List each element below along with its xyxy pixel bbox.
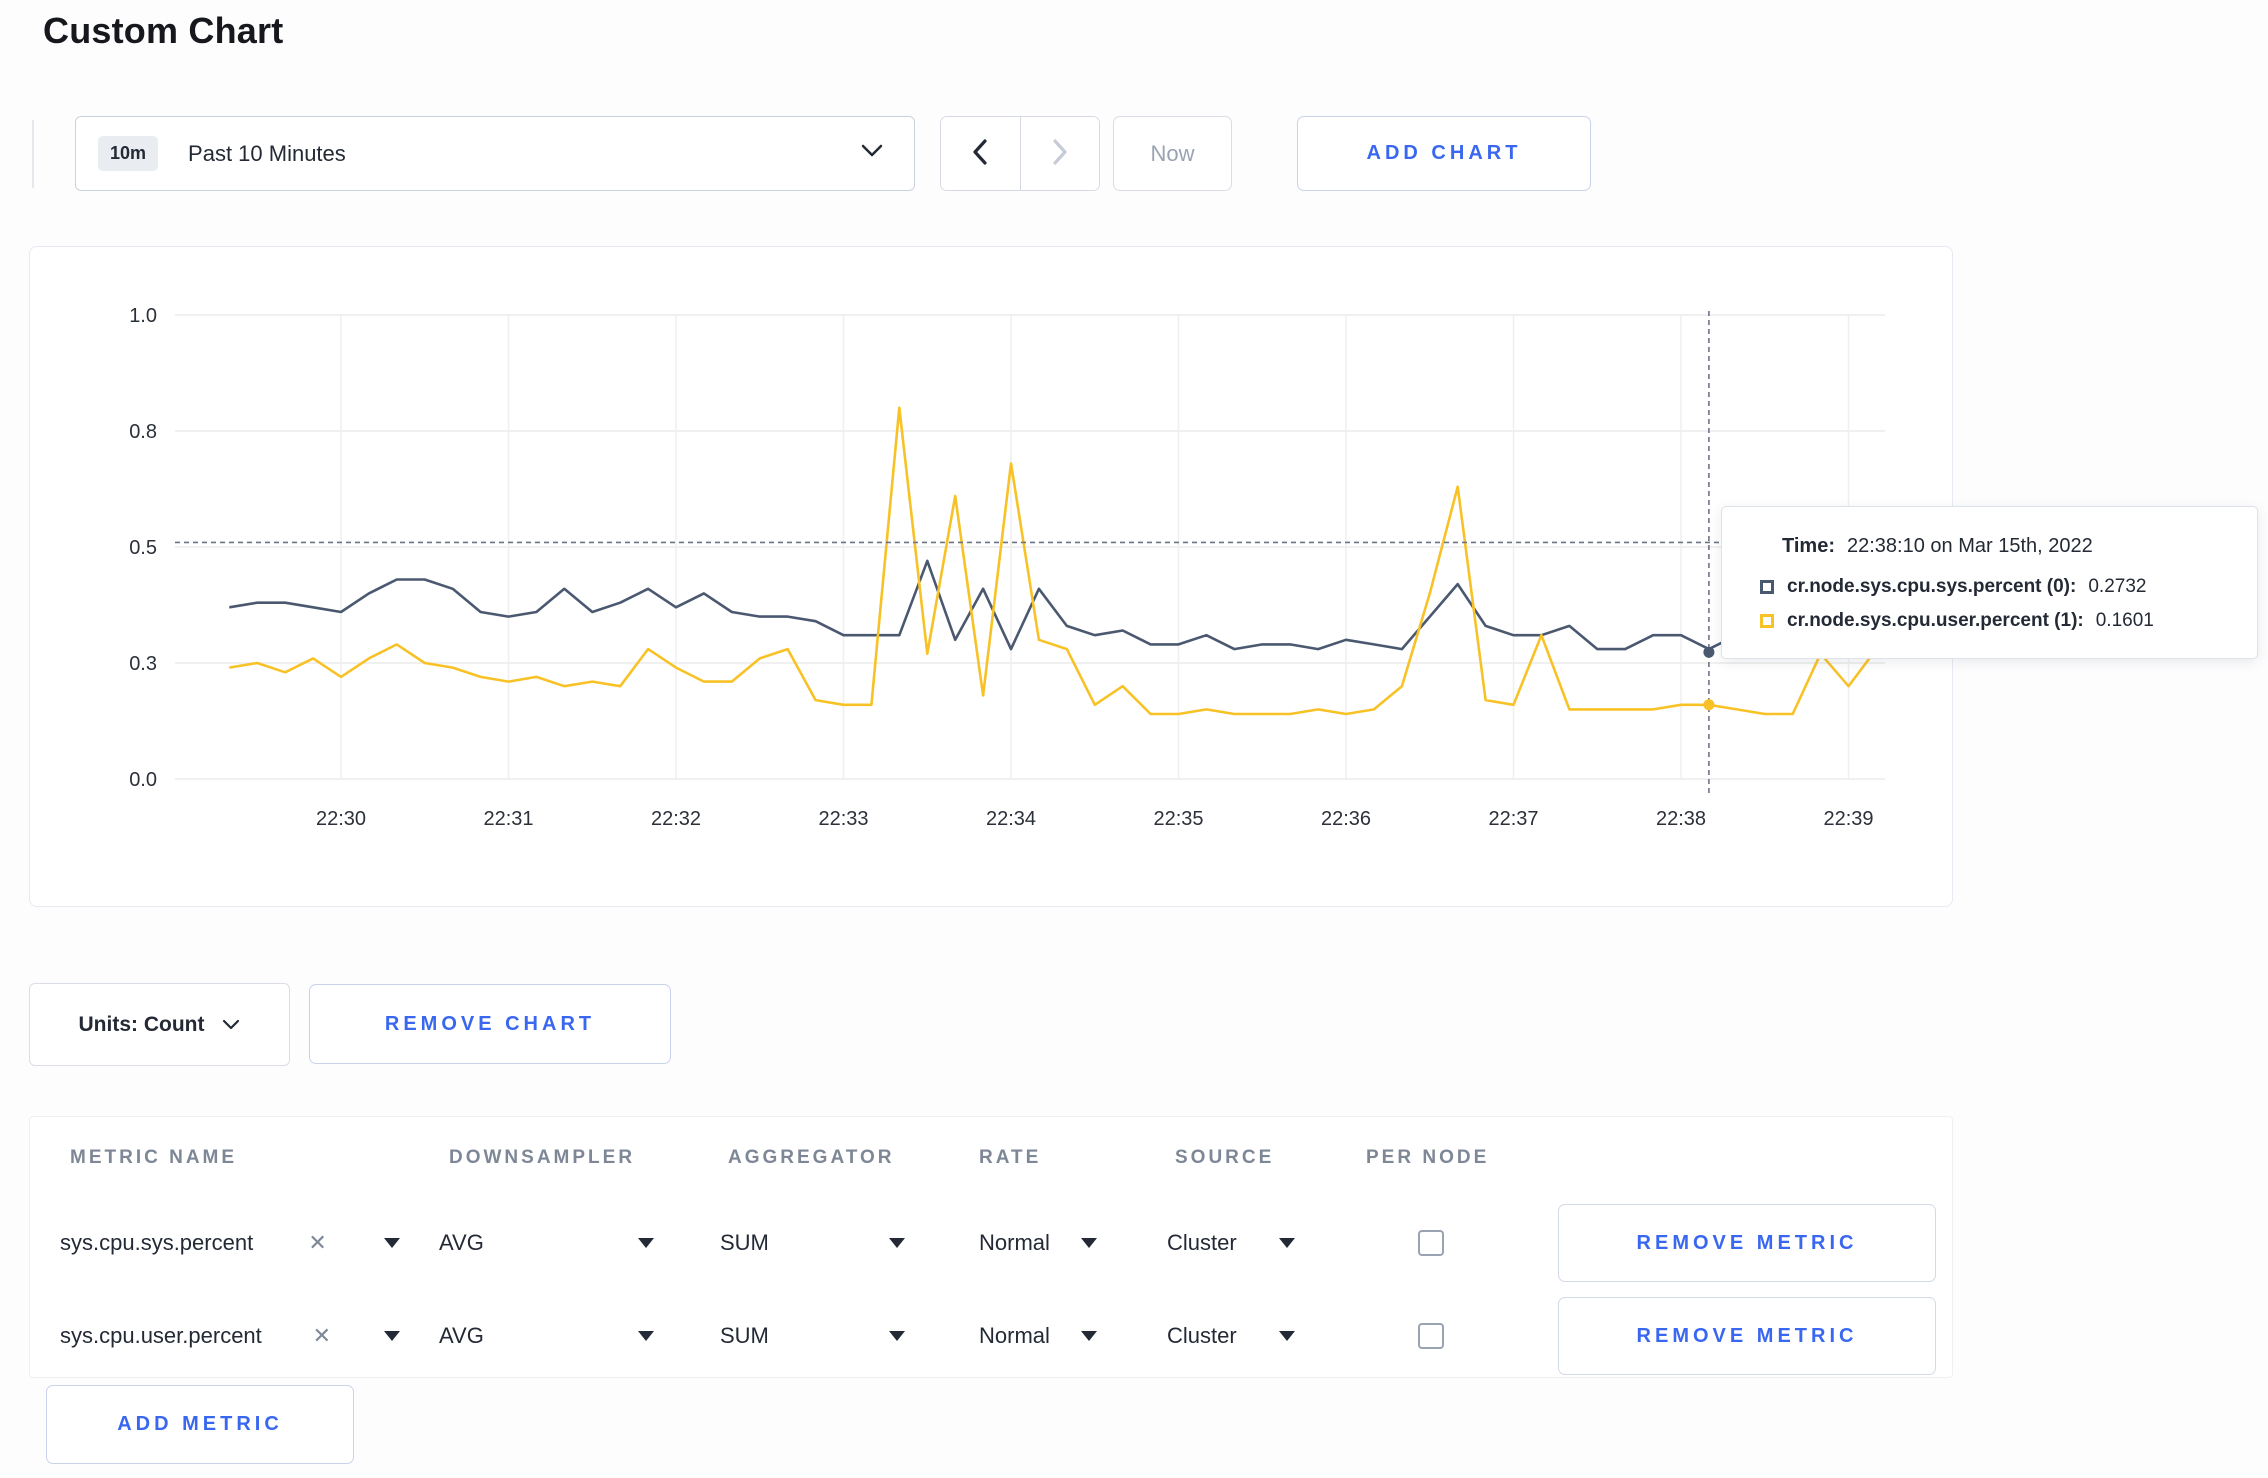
- caret-down-icon: [1279, 1238, 1295, 1248]
- chevron-down-icon: [222, 1013, 240, 1037]
- col-header-aggregator: AGGREGATOR: [728, 1147, 895, 1168]
- metric-row: sys.cpu.sys.percent ✕ AVG SUM Normal Clu…: [30, 1204, 1952, 1282]
- tooltip-series-name: cr.node.sys.cpu.sys.percent (0):: [1787, 576, 2077, 597]
- metric-name-select[interactable]: sys.cpu.sys.percent ✕: [60, 1204, 400, 1282]
- tooltip-time-row: Time: 22:38:10 on Mar 15th, 2022: [1782, 535, 2233, 558]
- add-chart-button[interactable]: ADD CHART: [1297, 116, 1591, 191]
- aggregator-select[interactable]: SUM: [720, 1204, 905, 1282]
- svg-text:22:37: 22:37: [1488, 808, 1538, 830]
- caret-down-icon: [889, 1331, 905, 1341]
- svg-text:0.3: 0.3: [129, 653, 157, 675]
- per-node-cell: [1418, 1297, 1458, 1375]
- col-header-metric-name: METRIC NAME: [70, 1147, 238, 1168]
- svg-text:22:35: 22:35: [1153, 808, 1203, 830]
- downsampler-value: AVG: [439, 1230, 484, 1255]
- caret-down-icon: [1279, 1331, 1295, 1341]
- caret-down-icon: [384, 1331, 400, 1341]
- svg-text:22:33: 22:33: [818, 808, 868, 830]
- clear-metric-icon[interactable]: ✕: [308, 1230, 326, 1256]
- series-swatch-icon: [1760, 580, 1774, 594]
- downsampler-select[interactable]: AVG: [439, 1204, 654, 1282]
- col-header-per-node: PER NODE: [1366, 1147, 1490, 1168]
- time-range-badge: 10m: [98, 136, 159, 171]
- metric-name-value: sys.cpu.sys.percent: [60, 1230, 254, 1255]
- chart-card[interactable]: 0.0 0.3 0.5 0.8 1.0 22:30 22:31 22:32 22:33 22:34…: [29, 246, 1953, 907]
- now-button[interactable]: Now: [1113, 116, 1232, 191]
- chevron-left-icon: [971, 138, 989, 169]
- caret-down-icon: [889, 1238, 905, 1248]
- metric-name-value: sys.cpu.user.percent: [60, 1323, 262, 1348]
- svg-text:22:30: 22:30: [316, 808, 366, 830]
- downsampler-select[interactable]: AVG: [439, 1297, 654, 1375]
- rate-value: Normal: [979, 1230, 1050, 1255]
- clear-metric-icon[interactable]: ✕: [313, 1323, 331, 1349]
- custom-chart[interactable]: 0.0 0.3 0.5 0.8 1.0 22:30 22:31 22:32 22:33 22:34…: [30, 247, 1954, 908]
- remove-metric-button[interactable]: REMOVE METRIC: [1558, 1297, 1936, 1375]
- caret-down-icon: [384, 1238, 400, 1248]
- tooltip-series-row: cr.node.sys.cpu.sys.percent (0): 0.2732: [1752, 576, 2233, 598]
- caret-down-icon: [1081, 1331, 1097, 1341]
- toolbar: 10m Past 10 Minutes Now ADD CHART: [0, 116, 2268, 196]
- per-node-checkbox[interactable]: [1418, 1323, 1444, 1349]
- svg-text:0.0: 0.0: [129, 769, 157, 791]
- time-range-select[interactable]: 10m Past 10 Minutes: [75, 116, 915, 191]
- rate-select[interactable]: Normal: [979, 1204, 1097, 1282]
- rate-value: Normal: [979, 1323, 1050, 1348]
- svg-text:22:39: 22:39: [1823, 808, 1873, 830]
- series-swatch-icon: [1760, 614, 1774, 628]
- svg-text:22:31: 22:31: [483, 808, 533, 830]
- tooltip-series-name: cr.node.sys.cpu.user.percent (1):: [1787, 610, 2084, 631]
- tooltip-series-row: cr.node.sys.cpu.user.percent (1): 0.1601: [1752, 610, 2233, 632]
- prev-time-button[interactable]: [941, 117, 1020, 190]
- rate-select[interactable]: Normal: [979, 1297, 1097, 1375]
- page-title: Custom Chart: [43, 10, 284, 51]
- col-header-rate: RATE: [979, 1147, 1042, 1168]
- add-metric-button[interactable]: ADD METRIC: [46, 1385, 354, 1464]
- svg-text:22:36: 22:36: [1321, 808, 1371, 830]
- col-header-source: SOURCE: [1175, 1147, 1275, 1168]
- aggregator-select[interactable]: SUM: [720, 1297, 905, 1375]
- chart-tooltip: Time: 22:38:10 on Mar 15th, 2022 cr.node.…: [1721, 506, 2258, 659]
- time-nav-group: [940, 116, 1100, 191]
- aggregator-value: SUM: [720, 1323, 769, 1348]
- caret-down-icon: [638, 1238, 654, 1248]
- next-time-button[interactable]: [1019, 117, 1099, 190]
- tooltip-time-label: Time:: [1782, 535, 1835, 557]
- tooltip-series-value: 0.1601: [2095, 610, 2154, 631]
- caret-down-icon: [638, 1331, 654, 1341]
- tooltip-series-value: 0.2732: [2088, 576, 2147, 597]
- units-select[interactable]: Units: Count: [29, 983, 290, 1066]
- col-header-downsampler: DOWNSAMPLER: [449, 1147, 636, 1168]
- svg-text:1.0: 1.0: [129, 305, 157, 327]
- per-node-checkbox[interactable]: [1418, 1230, 1444, 1256]
- source-select[interactable]: Cluster: [1167, 1297, 1295, 1375]
- svg-text:22:34: 22:34: [986, 808, 1036, 830]
- tooltip-time-value: 22:38:10 on Mar 15th, 2022: [1846, 535, 2093, 557]
- per-node-cell: [1418, 1204, 1458, 1282]
- remove-metric-button[interactable]: REMOVE METRIC: [1558, 1204, 1936, 1282]
- chevron-down-icon: [860, 143, 884, 164]
- svg-text:22:38: 22:38: [1656, 808, 1706, 830]
- metric-name-select[interactable]: sys.cpu.user.percent ✕: [60, 1297, 400, 1375]
- svg-text:0.5: 0.5: [129, 537, 157, 559]
- metric-row: sys.cpu.user.percent ✕ AVG SUM Normal Cl…: [30, 1297, 1952, 1375]
- svg-text:0.8: 0.8: [129, 421, 157, 443]
- svg-text:22:32: 22:32: [651, 808, 701, 830]
- caret-down-icon: [1081, 1238, 1097, 1248]
- metrics-table: METRIC NAME DOWNSAMPLER AGGREGATOR RATE …: [29, 1116, 1953, 1378]
- chevron-right-icon: [1051, 138, 1069, 169]
- units-label: Units: Count: [78, 1012, 205, 1036]
- source-value: Cluster: [1167, 1230, 1237, 1255]
- downsampler-value: AVG: [439, 1323, 484, 1348]
- toolbar-divider: [32, 120, 34, 188]
- source-value: Cluster: [1167, 1323, 1237, 1348]
- source-select[interactable]: Cluster: [1167, 1204, 1295, 1282]
- remove-chart-button[interactable]: REMOVE CHART: [309, 984, 671, 1064]
- aggregator-value: SUM: [720, 1230, 769, 1255]
- time-range-label: Past 10 Minutes: [188, 140, 346, 166]
